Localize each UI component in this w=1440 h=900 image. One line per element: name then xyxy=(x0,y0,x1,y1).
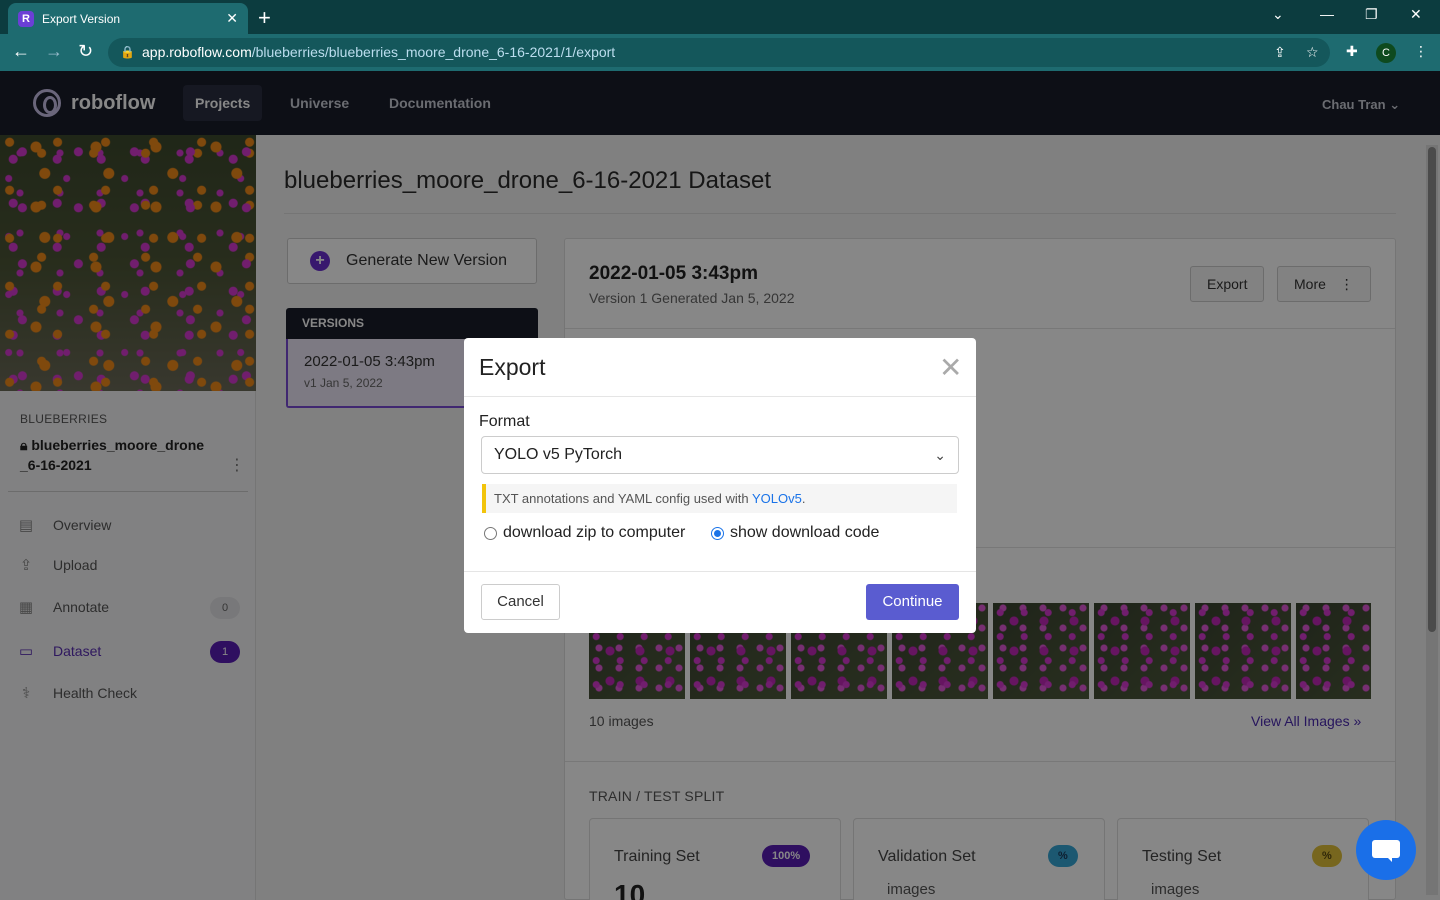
radio-button-selected[interactable] xyxy=(711,526,724,540)
share-icon[interactable]: ⇪ xyxy=(1274,38,1286,67)
support-chat-button[interactable] xyxy=(1356,820,1416,880)
radio-button[interactable] xyxy=(484,526,497,540)
format-note-end: . xyxy=(801,491,806,506)
address-bar[interactable]: 🔒 app.roboflow.com/blueberries/blueberri… xyxy=(108,38,1330,67)
cancel-button[interactable]: Cancel xyxy=(481,584,560,620)
browser-menu-icon[interactable]: ⋮ xyxy=(1414,43,1428,60)
reload-icon[interactable]: ↻ xyxy=(78,41,93,62)
browser-tab[interactable]: R Export Version ✕ xyxy=(8,3,248,34)
restore-icon[interactable]: ❐ xyxy=(1365,6,1378,23)
url-path: /blueberries/blueberries_moore_drone_6-1… xyxy=(251,44,616,60)
export-modal: Export ✕ Format YOLO v5 PyTorch ⌄ TXT an… xyxy=(464,338,976,633)
modal-divider xyxy=(464,571,976,572)
radio-label: download zip to computer xyxy=(503,524,686,541)
profile-avatar[interactable]: C xyxy=(1376,43,1396,63)
chat-bubble-icon xyxy=(1372,840,1400,862)
radio-label: show download code xyxy=(730,524,880,541)
tab-search-icon[interactable]: ⌄ xyxy=(1272,6,1284,23)
download-zip-radio[interactable]: download zip to computer xyxy=(484,524,685,542)
chevron-down-icon: ⌄ xyxy=(934,447,946,463)
show-download-code-radio[interactable]: show download code xyxy=(711,524,879,542)
format-note-text: TXT annotations and YAML config used wit… xyxy=(494,491,752,506)
bookmark-star-icon[interactable]: ☆ xyxy=(1306,38,1319,67)
format-select-value: YOLO v5 PyTorch xyxy=(494,446,623,463)
roboflow-favicon-icon: R xyxy=(18,10,34,27)
format-note: TXT annotations and YAML config used wit… xyxy=(482,484,957,513)
close-icon[interactable]: ✕ xyxy=(939,351,962,384)
window-close-icon[interactable]: ✕ xyxy=(1410,6,1422,23)
extensions-icon[interactable]: ✚ xyxy=(1346,43,1358,60)
modal-title: Export xyxy=(479,354,546,380)
continue-button[interactable]: Continue xyxy=(866,584,959,620)
forward-icon[interactable]: → xyxy=(45,41,63,62)
url-host: app.roboflow.com xyxy=(142,44,252,60)
tab-title: Export Version xyxy=(42,11,121,26)
new-tab-icon[interactable]: + xyxy=(258,5,271,31)
tab-close-icon[interactable]: ✕ xyxy=(226,10,238,27)
back-icon[interactable]: ← xyxy=(12,41,30,62)
browser-tabbar: R Export Version ✕ + ⌄ — ❐ ✕ xyxy=(0,0,1440,34)
yolov5-link[interactable]: YOLOv5 xyxy=(752,491,802,506)
browser-toolbar: ← → ↻ 🔒 app.roboflow.com/blueberries/blu… xyxy=(0,34,1440,71)
minimize-icon[interactable]: — xyxy=(1320,6,1334,22)
format-select[interactable]: YOLO v5 PyTorch ⌄ xyxy=(481,436,959,474)
format-label: Format xyxy=(479,413,530,430)
modal-divider xyxy=(464,396,976,397)
lock-icon: 🔒 xyxy=(120,45,135,59)
